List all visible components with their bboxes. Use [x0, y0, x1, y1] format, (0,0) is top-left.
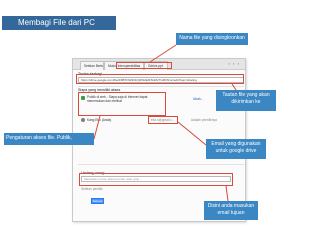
arrow-file-name [149, 44, 177, 63]
callout-file-name: Nama file yang disingkronkan [176, 33, 248, 45]
callout-invite: Disini anda masukan email tujuan [204, 201, 258, 220]
callout-access: Pengaturan akses file. Publik, [4, 133, 94, 145]
arrow-access [93, 115, 101, 140]
arrow-invite [225, 185, 229, 202]
callout-email: Email yang digunakan untuk google drive [206, 139, 266, 159]
callout-share-link: Tautan file yang akan dikirimkan ke [216, 90, 276, 111]
arrow-email [177, 121, 207, 146]
callout-arrows [93, 44, 237, 202]
